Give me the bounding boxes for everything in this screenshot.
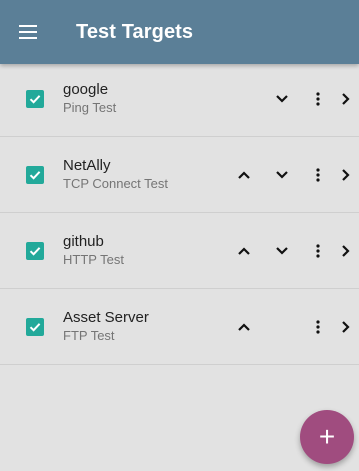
add-target-button[interactable]: + xyxy=(300,410,354,464)
more-options-button[interactable] xyxy=(306,315,330,339)
chevron-right-icon xyxy=(341,244,351,258)
menu-button[interactable] xyxy=(0,0,56,64)
target-text: google Ping Test xyxy=(63,81,116,116)
target-row: NetAlly TCP Connect Test xyxy=(0,137,359,213)
page-title: Test Targets xyxy=(76,20,194,43)
target-test-type: FTP Test xyxy=(63,328,115,343)
target-text: NetAlly TCP Connect Test xyxy=(63,157,168,192)
move-down-button[interactable] xyxy=(270,87,294,111)
chevron-right-icon xyxy=(341,320,351,334)
chevron-right-icon xyxy=(341,92,351,106)
open-target-button[interactable] xyxy=(334,315,358,339)
chevron-up-icon xyxy=(237,246,251,256)
target-name: NetAlly xyxy=(63,157,111,174)
more-vertical-icon xyxy=(316,168,320,182)
target-checkbox[interactable] xyxy=(26,90,44,108)
target-text: Asset Server FTP Test xyxy=(63,309,149,344)
target-checkbox[interactable] xyxy=(26,318,44,336)
open-target-button[interactable] xyxy=(334,87,358,111)
move-down-button[interactable] xyxy=(270,163,294,187)
move-up-button[interactable] xyxy=(232,315,256,339)
checkbox-checked-icon xyxy=(28,168,42,182)
app-bar: Test Targets xyxy=(0,0,359,64)
move-up-button[interactable] xyxy=(232,239,256,263)
chevron-up-icon xyxy=(237,170,251,180)
move-up-button[interactable] xyxy=(232,163,256,187)
open-target-button[interactable] xyxy=(334,239,358,263)
target-name: github xyxy=(63,233,104,250)
target-test-type: TCP Connect Test xyxy=(63,176,169,191)
chevron-down-icon xyxy=(275,170,289,180)
test-target-list: google Ping Test NetAlly TCP Connect Test gi… xyxy=(0,61,359,365)
checkbox-checked-icon xyxy=(28,320,42,334)
open-target-button[interactable] xyxy=(334,163,358,187)
chevron-down-icon xyxy=(275,246,289,256)
target-checkbox[interactable] xyxy=(26,166,44,184)
more-vertical-icon xyxy=(316,244,320,258)
target-row: github HTTP Test xyxy=(0,213,359,289)
more-options-button[interactable] xyxy=(306,87,330,111)
target-text: github HTTP Test xyxy=(63,233,124,268)
checkbox-checked-icon xyxy=(28,92,42,106)
target-name: Asset Server xyxy=(63,309,149,326)
more-vertical-icon xyxy=(316,320,320,334)
checkbox-checked-icon xyxy=(28,244,42,258)
target-row: Asset Server FTP Test xyxy=(0,289,359,365)
target-checkbox[interactable] xyxy=(26,242,44,260)
target-test-type: Ping Test xyxy=(63,100,117,115)
plus-icon: + xyxy=(318,421,336,452)
more-vertical-icon xyxy=(316,92,320,106)
target-test-type: HTTP Test xyxy=(63,252,124,267)
chevron-down-icon xyxy=(275,94,289,104)
more-options-button[interactable] xyxy=(306,239,330,263)
target-row: google Ping Test xyxy=(0,61,359,137)
more-options-button[interactable] xyxy=(306,163,330,187)
hamburger-menu-icon xyxy=(19,25,37,39)
move-down-button[interactable] xyxy=(270,239,294,263)
target-name: google xyxy=(63,81,109,98)
chevron-up-icon xyxy=(237,322,251,332)
chevron-right-icon xyxy=(341,168,351,182)
